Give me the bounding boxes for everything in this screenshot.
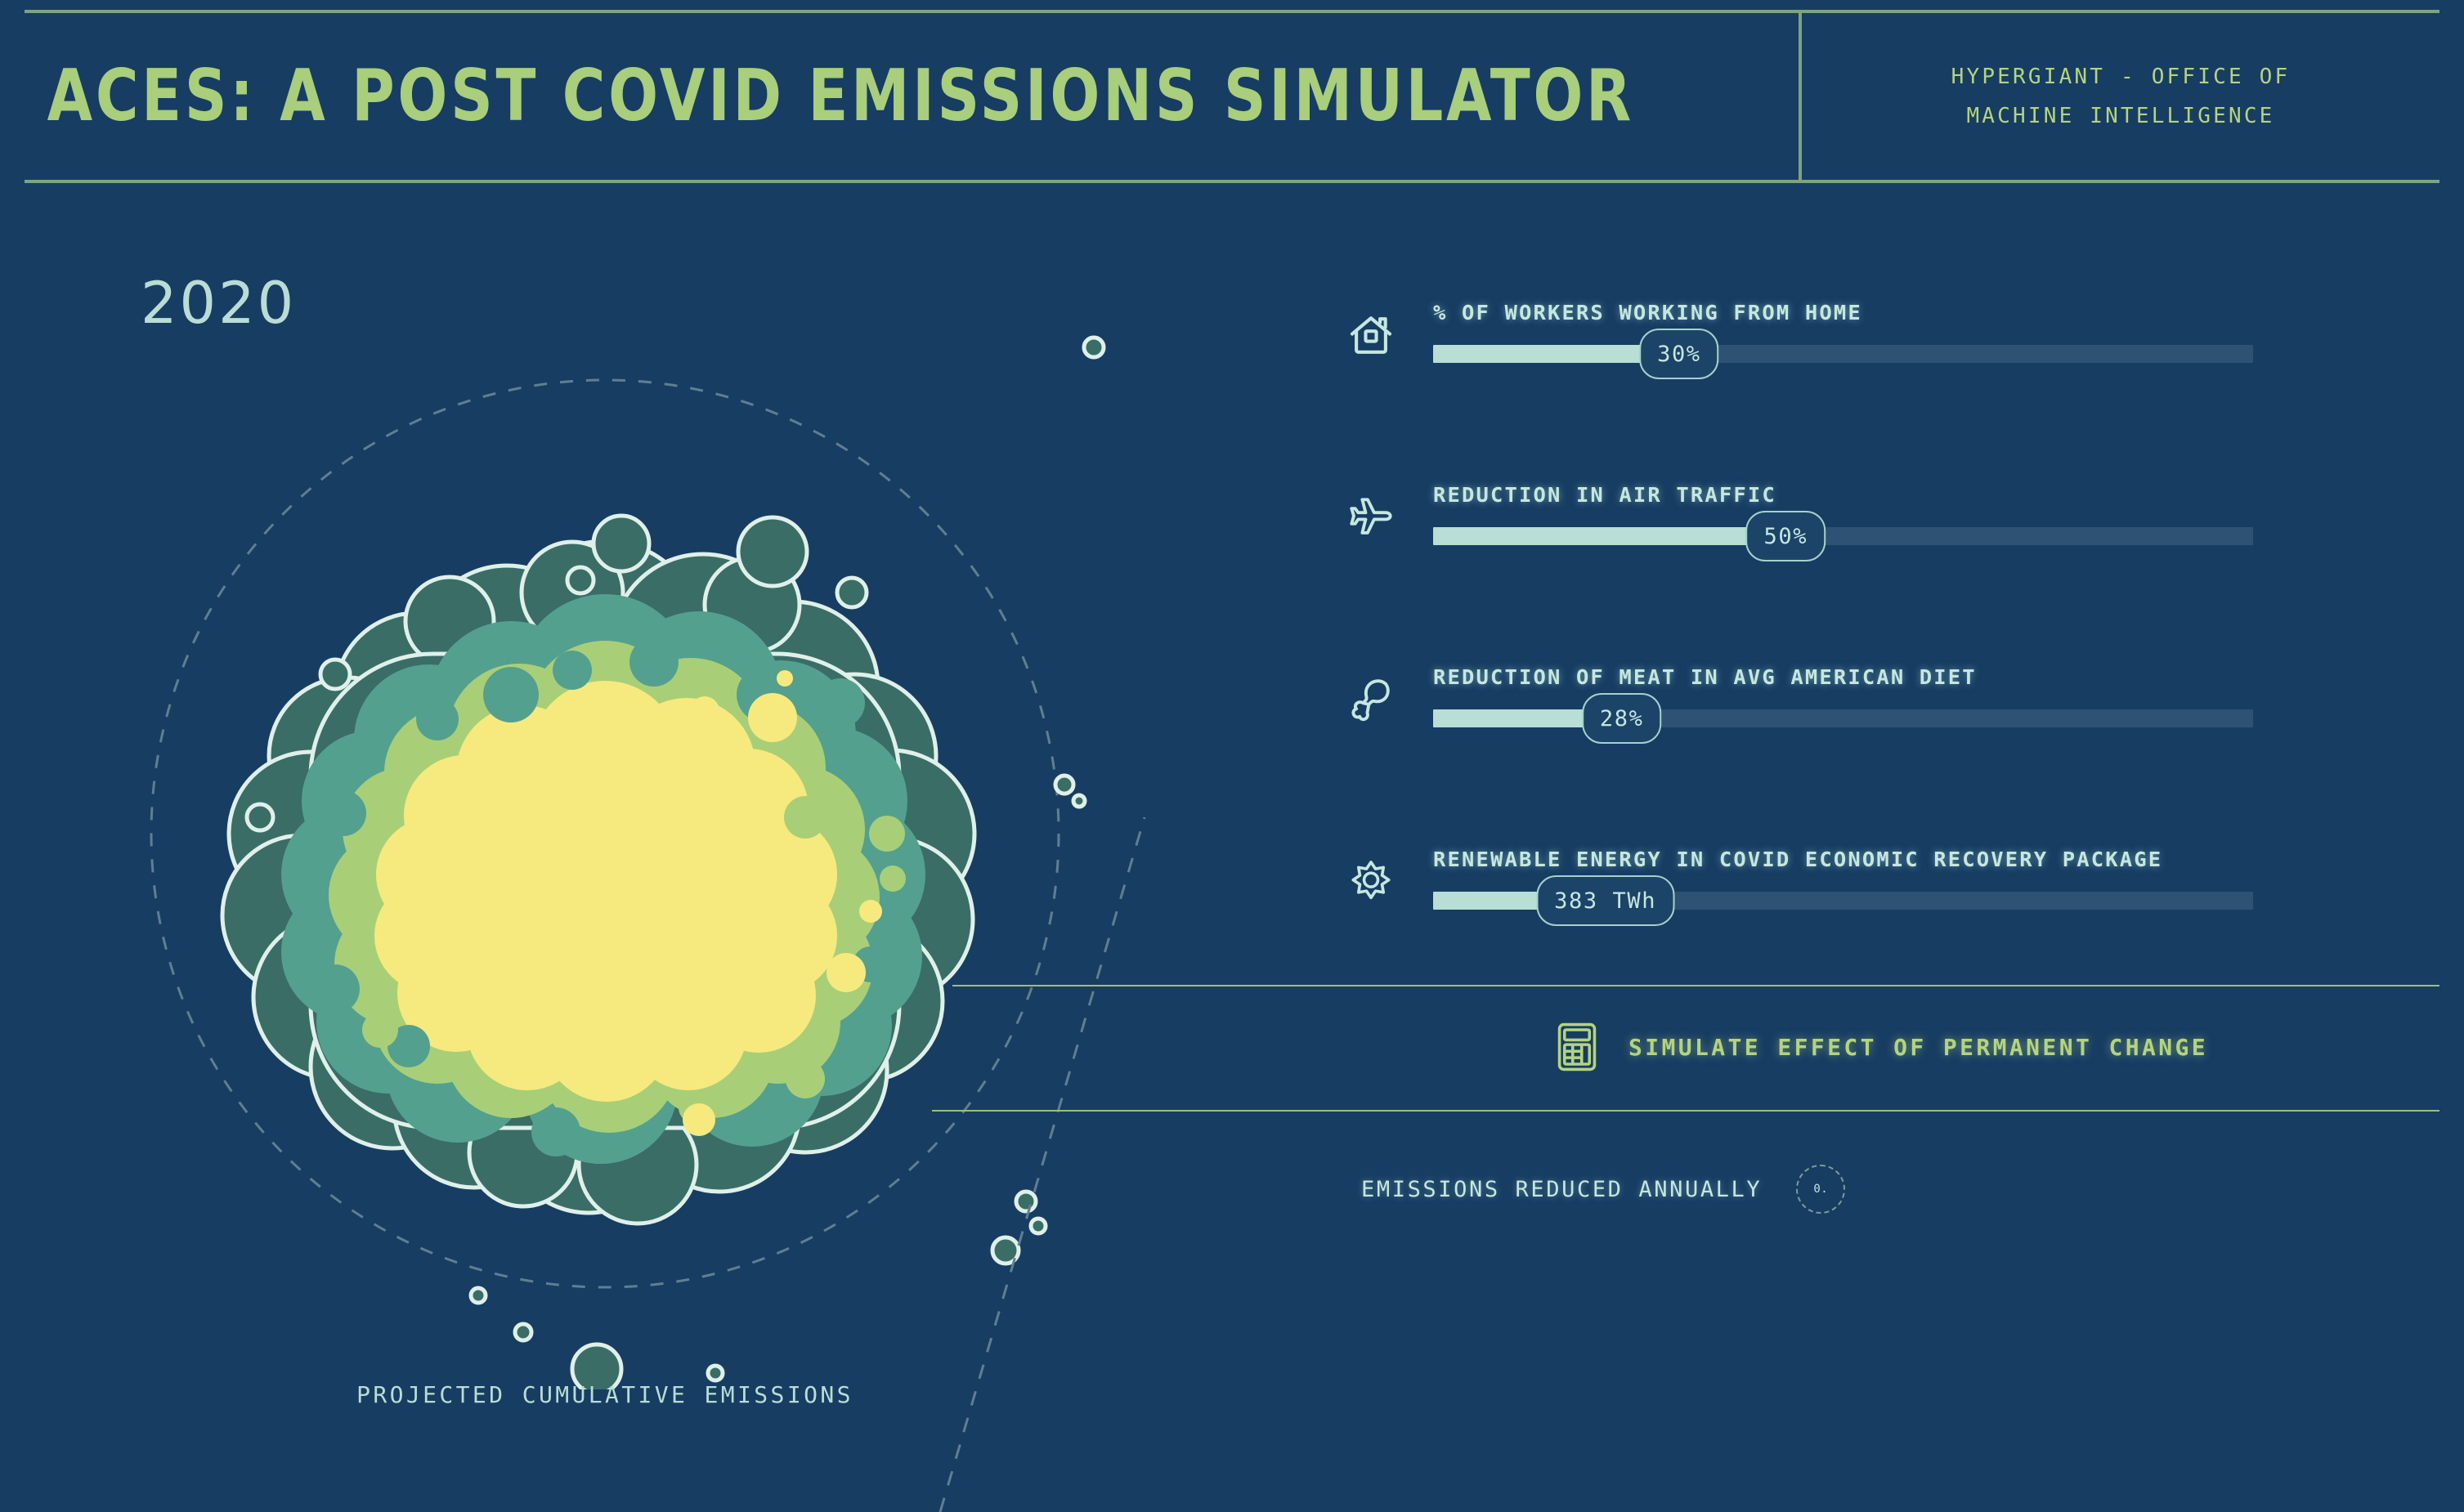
slider-thumb[interactable]: 50% (1745, 511, 1826, 561)
page-title: ACES: A POST COVID EMISSIONS SIMULATOR (47, 55, 1634, 138)
slider-fill (1433, 527, 1786, 545)
control-body: % OF WORKERS WORKING FROM HOME 30% (1433, 302, 2436, 379)
slider-thumb[interactable]: 383 TWh (1536, 875, 1675, 926)
emissions-reduced-label: EMISSIONS REDUCED ANNUALLY (1361, 1176, 1763, 1202)
simulate-rule-top (952, 985, 2439, 986)
house-icon (1341, 306, 1401, 366)
slider-value: 383 TWh (1554, 888, 1657, 914)
slider-value: 28% (1599, 705, 1644, 731)
slider-thumb[interactable]: 28% (1581, 693, 1662, 744)
control-body: REDUCTION IN AIR TRAFFIC 50% (1433, 485, 2436, 561)
control-label: % OF WORKERS WORKING FROM HOME (1433, 301, 1862, 324)
emissions-value: 0. (1813, 1183, 1829, 1196)
sun-icon (1341, 852, 1401, 913)
simulate-rule-bottom (932, 1110, 2439, 1112)
slider-renewable-energy[interactable]: 383 TWh (1433, 875, 2253, 926)
aces-simulator-app: ACES: A POST COVID EMISSIONS SIMULATOR H… (0, 0, 2464, 1512)
control-label: RENEWABLE ENERGY IN COVID ECONOMIC RECOV… (1433, 848, 2163, 871)
control-meat-reduction: REDUCTION OF MEAT IN AVG AMERICAN DIET 2… (1341, 667, 2436, 759)
emissions-cloud-visualization (65, 311, 1145, 1389)
slider-value: 50% (1763, 523, 1808, 549)
visualization-caption: PROJECTED CUMULATIVE EMISSIONS (356, 1381, 853, 1408)
app-header: ACES: A POST COVID EMISSIONS SIMULATOR H… (25, 10, 2439, 183)
control-label: REDUCTION OF MEAT IN AVG AMERICAN DIET (1433, 665, 1977, 689)
organization-line-2: MACHINE INTELLIGENCE (1966, 104, 2275, 128)
header-title-wrap: ACES: A POST COVID EMISSIONS SIMULATOR (25, 13, 1799, 180)
control-air-traffic: REDUCTION IN AIR TRAFFIC 50% (1341, 485, 2436, 577)
slider-work-from-home[interactable]: 30% (1433, 329, 2253, 379)
organization-line-1: HYPERGIANT - OFFICE OF (1951, 65, 2291, 89)
organization-block: HYPERGIANT - OFFICE OF MACHINE INTELLIGE… (1802, 13, 2439, 180)
slider-value: 30% (1657, 341, 1701, 367)
airplane-icon (1341, 488, 1401, 548)
control-body: RENEWABLE ENERGY IN COVID ECONOMIC RECOV… (1433, 849, 2436, 926)
slider-air-traffic[interactable]: 50% (1433, 511, 2253, 561)
control-body: REDUCTION OF MEAT IN AVG AMERICAN DIET 2… (1433, 667, 2436, 744)
simulate-button-label: SIMULATE EFFECT OF PERMANENT CHANGE (1628, 1033, 2209, 1061)
control-work-from-home: % OF WORKERS WORKING FROM HOME 30% (1341, 302, 2436, 395)
control-label: REDUCTION IN AIR TRAFFIC (1433, 483, 1776, 507)
calculator-icon (1553, 1022, 1601, 1072)
emissions-value-bubble: 0. (1796, 1165, 1846, 1214)
simulate-permanent-change-button[interactable]: SIMULATE EFFECT OF PERMANENT CHANGE (1553, 1022, 2208, 1072)
slider-thumb[interactable]: 30% (1639, 329, 1719, 379)
drumstick-icon (1341, 670, 1401, 731)
slider-meat-reduction[interactable]: 28% (1433, 693, 2253, 744)
emissions-reduced-readout: EMISSIONS REDUCED ANNUALLY 0. (1361, 1165, 1846, 1214)
simulation-controls-panel: % OF WORKERS WORKING FROM HOME 30% REDUC… (1341, 302, 2436, 942)
control-renewable-energy: RENEWABLE ENERGY IN COVID ECONOMIC RECOV… (1341, 849, 2436, 942)
